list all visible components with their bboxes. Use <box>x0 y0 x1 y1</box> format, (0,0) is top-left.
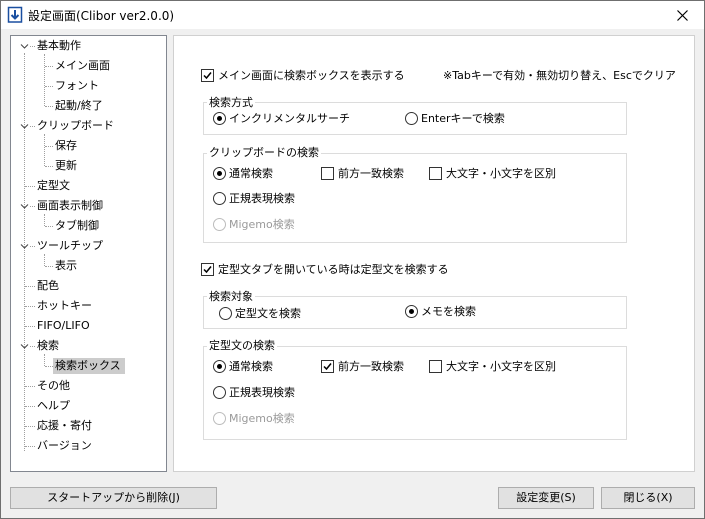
tree-item-display[interactable]: 表示 <box>53 258 79 274</box>
tree-line <box>44 214 45 226</box>
tree-item-fifo-lifo[interactable]: FIFO/LIFO <box>35 318 92 334</box>
tree-item-hotkey[interactable]: ホットキー <box>35 298 94 314</box>
chevron-down-icon[interactable] <box>20 122 29 131</box>
tree-item-font[interactable]: フォント <box>53 78 101 94</box>
enter-search-radio[interactable] <box>405 112 418 125</box>
search-target-title: 検索対象 <box>207 290 255 303</box>
tree-item-update[interactable]: 更新 <box>53 158 79 174</box>
tree-item-save[interactable]: 保存 <box>53 138 79 154</box>
search-memo-radio[interactable] <box>405 305 418 318</box>
search-templates-radio[interactable] <box>219 307 232 320</box>
incremental-search-label: インクリメンタルサーチ <box>229 112 350 125</box>
close-button[interactable]: 閉じる(X) <box>601 487 695 509</box>
tree-item-display-control[interactable]: 画面表示制御 <box>35 198 105 214</box>
chevron-down-icon[interactable] <box>20 342 29 351</box>
template-search-title: 定型文の検索 <box>207 339 277 352</box>
tree-line <box>44 54 45 106</box>
settings-window: 設定画面(Clibor ver2.0.0) 基本動作 メイン画面 フォント 起動… <box>0 0 705 519</box>
tree-item-search[interactable]: 検索 <box>35 338 61 354</box>
clipboard-normal-search-radio[interactable] <box>213 167 226 180</box>
tree-line <box>44 354 45 366</box>
tree-item-startup-exit[interactable]: 起動/終了 <box>53 98 105 114</box>
tree-item-colors[interactable]: 配色 <box>35 278 61 294</box>
clipboard-regex-search-radio[interactable] <box>213 192 226 205</box>
tree-item-support[interactable]: 応援・寄付 <box>35 418 94 434</box>
template-regex-search-radio[interactable] <box>213 386 226 399</box>
template-normal-search-label: 通常検索 <box>229 360 273 373</box>
tree-item-clipboard[interactable]: クリップボード <box>35 118 116 134</box>
title-bar: 設定画面(Clibor ver2.0.0) <box>1 1 704 29</box>
tree-item-other[interactable]: その他 <box>35 378 72 394</box>
template-regex-search-label: 正規表現検索 <box>229 386 295 399</box>
tree-item-main-screen[interactable]: メイン画面 <box>53 58 112 74</box>
search-memo-label: メモを検索 <box>421 305 476 318</box>
tree-line <box>24 53 25 451</box>
chevron-down-icon[interactable] <box>20 42 29 51</box>
clipboard-regex-search-label: 正規表現検索 <box>229 192 295 205</box>
template-case-sensitive-label: 大文字・小文字を区別 <box>446 360 556 373</box>
tree-item-search-box[interactable]: 検索ボックス <box>53 358 125 374</box>
search-method-title: 検索方式 <box>207 96 255 109</box>
remove-from-startup-button[interactable]: スタートアップから削除(J) <box>10 487 217 509</box>
template-migemo-search-label: Migemo検索 <box>229 412 295 425</box>
settings-panel: メイン画面に検索ボックスを表示する ※Tabキーで有効・無効切り替え、Escでク… <box>173 35 695 472</box>
close-icon <box>677 9 688 21</box>
show-search-box-label: メイン画面に検索ボックスを表示する <box>218 69 405 82</box>
clipboard-app-icon <box>7 6 23 23</box>
chevron-down-icon[interactable] <box>20 242 29 251</box>
enter-search-label: Enterキーで検索 <box>421 112 505 125</box>
template-prefix-search-checkbox[interactable] <box>321 360 334 373</box>
tree-item-tooltip[interactable]: ツールチップ <box>35 238 105 254</box>
settings-tree[interactable]: 基本動作 メイン画面 フォント 起動/終了 クリップボード 保存 更新 定型文 … <box>10 35 167 472</box>
template-case-sensitive-checkbox[interactable] <box>429 360 442 373</box>
template-prefix-search-label: 前方一致検索 <box>338 360 404 373</box>
tree-item-version[interactable]: バージョン <box>35 438 94 454</box>
tree-item-help[interactable]: ヘルプ <box>35 398 72 414</box>
clipboard-migemo-search-radio[interactable] <box>213 218 226 231</box>
clipboard-normal-search-label: 通常検索 <box>229 167 273 180</box>
check-icon <box>203 266 212 274</box>
tree-line <box>44 254 45 266</box>
close-window-button[interactable] <box>661 1 704 29</box>
show-search-box-checkbox[interactable] <box>201 69 214 82</box>
search-templates-label: 定型文を検索 <box>235 307 301 320</box>
check-icon <box>203 72 212 80</box>
clipboard-case-sensitive-checkbox[interactable] <box>429 167 442 180</box>
clipboard-prefix-search-label: 前方一致検索 <box>338 167 404 180</box>
apply-settings-button[interactable]: 設定変更(S) <box>498 487 594 509</box>
template-migemo-search-radio[interactable] <box>213 412 226 425</box>
clipboard-case-sensitive-label: 大文字・小文字を区別 <box>446 167 556 180</box>
clipboard-migemo-search-label: Migemo検索 <box>229 218 295 231</box>
window-title: 設定画面(Clibor ver2.0.0) <box>28 9 175 23</box>
template-tab-search-checkbox[interactable] <box>201 263 214 276</box>
clipboard-prefix-search-checkbox[interactable] <box>321 167 334 180</box>
template-normal-search-radio[interactable] <box>213 360 226 373</box>
tree-item-basic[interactable]: 基本動作 <box>35 38 83 54</box>
tree-item-tab-control[interactable]: タブ制御 <box>53 218 101 234</box>
check-icon <box>323 363 332 371</box>
hint-text: ※Tabキーで有効・無効切り替え、Escでクリア <box>443 69 676 82</box>
clipboard-search-title: クリップボードの検索 <box>207 146 321 159</box>
template-tab-search-label: 定型文タブを開いている時は定型文を検索する <box>218 263 449 276</box>
tree-line <box>44 134 45 166</box>
incremental-search-radio[interactable] <box>213 112 226 125</box>
chevron-down-icon[interactable] <box>20 202 29 211</box>
tree-item-templates[interactable]: 定型文 <box>35 178 72 194</box>
